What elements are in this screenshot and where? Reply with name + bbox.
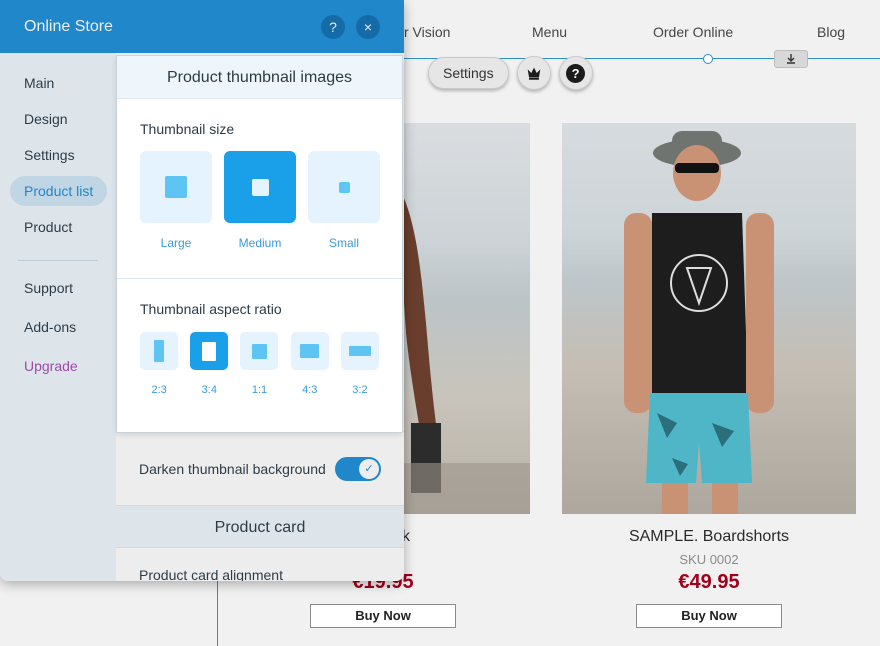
darken-thumbnail-toggle[interactable]: ✓ — [335, 456, 381, 481]
panel-header: Online Store ? × — [0, 0, 404, 53]
ratio-3-4-icon — [202, 341, 217, 361]
aspect-ratio-group: Thumbnail aspect ratio 2:3 3:4 1:1 4:3 3… — [117, 279, 402, 396]
sidebar-item-product[interactable]: Product — [10, 212, 86, 242]
size-option-caption: Medium — [238, 236, 282, 250]
darken-thumbnail-row: Darken thumbnail background ✓ — [116, 431, 404, 505]
panel-help-button[interactable]: ? — [321, 14, 345, 39]
product-card-alignment-label: Product card alignment — [139, 567, 283, 581]
size-option-caption: Large — [160, 236, 192, 250]
element-edit-bar: Settings ? — [428, 56, 593, 90]
ratio-caption: 1:1 — [251, 384, 268, 396]
product-name[interactable]: SAMPLE. Boardshorts — [562, 528, 856, 546]
panel-title: Online Store — [24, 17, 113, 35]
ratio-caption: 3:4 — [201, 384, 217, 396]
thumbnail-size-options: Large Medium Small — [140, 151, 380, 250]
aspect-ratio-options: 2:3 3:4 1:1 4:3 3:2 — [140, 332, 379, 396]
nav-item-vision[interactable]: r Vision — [404, 24, 450, 40]
panel-close-button[interactable]: × — [356, 14, 380, 39]
buy-now-button[interactable]: Buy Now — [310, 604, 456, 628]
aspect-ratio-label: Thumbnail aspect ratio — [140, 301, 282, 317]
size-option-small[interactable]: Small — [308, 151, 380, 250]
panel-sidebar: Main Design Settings Product list Produc… — [0, 53, 116, 581]
buy-now-button[interactable]: Buy Now — [636, 604, 782, 628]
thumbnail-size-group: Thumbnail size Large Medium Small — [117, 99, 402, 250]
check-icon: ✓ — [359, 458, 379, 479]
ratio-caption: 4:3 — [302, 384, 318, 396]
product-price: €49.95 — [678, 571, 740, 593]
ratio-option-4-3[interactable]: 4:3 — [290, 332, 329, 396]
settings-button[interactable]: Settings — [428, 57, 509, 89]
ratio-option-2-3[interactable]: 2:3 — [140, 332, 178, 396]
small-size-icon — [338, 181, 350, 193]
ratio-4-3-icon — [300, 344, 320, 358]
section-title: Product thumbnail images — [117, 56, 402, 99]
ratio-option-1-1[interactable]: 1:1 — [240, 332, 279, 396]
product-sku: SKU 0002 — [679, 552, 739, 567]
sidebar-item-add-ons[interactable]: Add-ons — [10, 312, 90, 342]
size-option-medium[interactable]: Medium — [224, 151, 296, 250]
sidebar-item-support[interactable]: Support — [10, 273, 87, 303]
ratio-caption: 3:2 — [352, 384, 368, 396]
product-card-section-title: Product card — [116, 505, 404, 548]
sidebar-item-design[interactable]: Design — [10, 104, 82, 134]
darken-thumbnail-label: Darken thumbnail background — [139, 460, 326, 477]
nav-anchor-dot[interactable] — [703, 54, 713, 64]
sidebar-item-main[interactable]: Main — [10, 68, 68, 98]
guide-line — [217, 580, 218, 646]
size-option-caption: Small — [328, 236, 359, 250]
ratio-option-3-4[interactable]: 3:4 — [190, 332, 229, 396]
ratio-option-3-2[interactable]: 3:2 — [340, 332, 379, 396]
sidebar-item-upgrade[interactable]: Upgrade — [10, 351, 92, 381]
product-image[interactable] — [562, 123, 856, 514]
sidebar-item-settings[interactable]: Settings — [10, 140, 89, 170]
medium-size-icon — [251, 178, 269, 196]
large-size-icon — [165, 176, 187, 198]
nav-item-order-online[interactable]: Order Online — [653, 24, 733, 40]
ratio-caption: 2:3 — [151, 384, 167, 396]
ratio-3-2-icon — [348, 346, 371, 356]
download-icon[interactable] — [774, 50, 808, 68]
crown-icon[interactable] — [516, 56, 551, 90]
help-icon[interactable]: ? — [558, 56, 593, 90]
sidebar-item-product-list[interactable]: Product list — [10, 176, 108, 206]
ratio-2-3-icon — [154, 340, 164, 362]
product-card-2[interactable]: SAMPLE. Boardshorts SKU 0002 €49.95 Buy … — [562, 123, 856, 628]
size-option-large[interactable]: Large — [140, 151, 212, 250]
nav-item-blog[interactable]: Blog — [817, 24, 845, 40]
sidebar-divider — [18, 260, 98, 261]
nav-item-menu[interactable]: Menu — [532, 24, 567, 40]
thumbnail-size-label: Thumbnail size — [140, 121, 235, 137]
thumbnail-images-section: Product thumbnail images Thumbnail size … — [117, 56, 402, 432]
ratio-1-1-icon — [251, 343, 267, 359]
